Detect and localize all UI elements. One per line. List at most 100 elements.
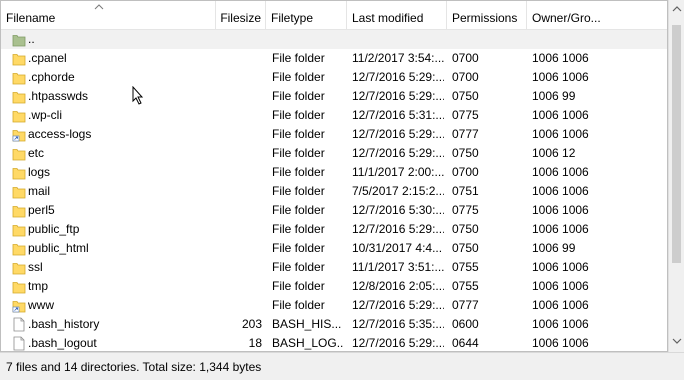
file-permissions: 0750 bbox=[452, 241, 479, 255]
folder-icon bbox=[12, 184, 26, 199]
file-row[interactable]: logs File folder 11/1/2017 2:00:... 0700 100… bbox=[1, 163, 667, 182]
file-row[interactable]: public_html File folder 10/31/2017 4:4... 0… bbox=[1, 239, 667, 258]
file-size: 203 bbox=[241, 317, 262, 331]
file-name: perl5 bbox=[28, 203, 55, 217]
file-owner-group: 1006 99 bbox=[532, 89, 576, 103]
file-permissions: 0700 bbox=[452, 165, 479, 179]
file-last-modified: 11/2/2017 3:54:... bbox=[352, 51, 444, 65]
file-permissions bbox=[452, 30, 524, 49]
file-name: tmp bbox=[28, 279, 49, 293]
file-type: File folder bbox=[272, 165, 325, 179]
file-last-modified: 11/1/2017 3:51:... bbox=[352, 260, 444, 274]
file-row[interactable]: access-logs File folder 12/7/2016 5:29:...… bbox=[1, 125, 667, 144]
folder-icon bbox=[12, 203, 26, 218]
file-size bbox=[216, 144, 262, 163]
column-last-modified[interactable]: Last modified bbox=[347, 1, 447, 29]
file-last-modified: 12/7/2016 5:29:... bbox=[352, 89, 444, 103]
file-type: BASH_LOG... bbox=[272, 336, 344, 350]
column-filename[interactable]: Filename bbox=[1, 1, 216, 29]
folder-icon bbox=[12, 241, 26, 256]
file-owner-group: 1006 1006 bbox=[532, 184, 589, 198]
file-row[interactable]: perl5 File folder 12/7/2016 5:30:... 0775 10… bbox=[1, 201, 667, 220]
file-size bbox=[216, 277, 262, 296]
file-permissions: 0644 bbox=[452, 336, 479, 350]
file-type: File folder bbox=[272, 127, 325, 141]
file-row[interactable]: ssl File folder 11/1/2017 3:51:... 0755 1006… bbox=[1, 258, 667, 277]
column-permissions[interactable]: Permissions bbox=[447, 1, 527, 29]
file-owner-group bbox=[532, 30, 604, 49]
status-text: 7 files and 14 directories. Total size: … bbox=[6, 360, 262, 374]
file-permissions: 0750 bbox=[452, 89, 479, 103]
file-name: .. bbox=[28, 32, 35, 46]
file-name: .bash_logout bbox=[28, 336, 97, 350]
file-name: www bbox=[28, 298, 54, 312]
file-size bbox=[216, 296, 262, 315]
file-name: mail bbox=[28, 184, 51, 198]
file-last-modified: 12/7/2016 5:29:... bbox=[352, 127, 444, 141]
file-permissions: 0755 bbox=[452, 260, 479, 274]
file-owner-group: 1006 1006 bbox=[532, 317, 589, 331]
folder-icon bbox=[12, 108, 26, 123]
file-type: File folder bbox=[272, 51, 325, 65]
file-last-modified: 10/31/2017 4:4... bbox=[352, 241, 443, 255]
file-owner-group: 1006 1006 bbox=[532, 298, 589, 312]
scroll-up-arrow-icon[interactable] bbox=[672, 5, 682, 13]
file-type: File folder bbox=[272, 222, 325, 236]
file-last-modified: 7/5/2017 2:15:2... bbox=[352, 184, 444, 198]
file-row[interactable]: .htpasswds File folder 12/7/2016 5:29:... 0… bbox=[1, 87, 667, 106]
file-permissions: 0777 bbox=[452, 298, 479, 312]
file-row[interactable]: .bash_history 203 BASH_HIS... 12/7/2016 5:3… bbox=[1, 315, 667, 334]
file-row[interactable]: etc File folder 12/7/2016 5:29:... 0750 1006… bbox=[1, 144, 667, 163]
file-type: File folder bbox=[272, 184, 325, 198]
file-row[interactable]: www File folder 12/7/2016 5:29:... 0777 1006… bbox=[1, 296, 667, 315]
mouse-cursor-icon bbox=[132, 86, 144, 105]
file-owner-group: 1006 1006 bbox=[532, 165, 589, 179]
file-name: .htpasswds bbox=[28, 89, 89, 103]
file-owner-group: 1006 1006 bbox=[532, 336, 589, 350]
file-owner-group: 1006 1006 bbox=[532, 51, 589, 65]
file-type: File folder bbox=[272, 203, 325, 217]
file-row[interactable]: mail File folder 7/5/2017 2:15:2... 0751 100… bbox=[1, 182, 667, 201]
file-name: public_html bbox=[28, 241, 89, 255]
file-last-modified: 12/7/2016 5:29:... bbox=[352, 298, 444, 312]
file-row[interactable]: .bash_logout 18 BASH_LOG... 12/7/2016 5:29:… bbox=[1, 334, 667, 351]
file-size: 18 bbox=[248, 336, 262, 350]
remote-file-list: Filename Filesize Filetype Last modified… bbox=[0, 0, 668, 352]
column-filesize[interactable]: Filesize bbox=[216, 1, 266, 29]
file-permissions: 0700 bbox=[452, 70, 479, 84]
file-type: File folder bbox=[272, 279, 325, 293]
file-owner-group: 1006 99 bbox=[532, 241, 576, 255]
file-last-modified: 12/7/2016 5:29:... bbox=[352, 146, 444, 160]
file-last-modified: 12/7/2016 5:35:... bbox=[352, 317, 444, 331]
file-row[interactable]: .. bbox=[1, 30, 667, 49]
folder-icon bbox=[12, 146, 26, 161]
file-name: logs bbox=[28, 165, 51, 179]
folder-link-icon bbox=[12, 298, 26, 313]
file-name: etc bbox=[28, 146, 45, 160]
file-last-modified: 12/7/2016 5:31:... bbox=[352, 108, 444, 122]
file-row[interactable]: .cpanel File folder 11/2/2017 3:54:... 0700… bbox=[1, 49, 667, 68]
vertical-scrollbar[interactable] bbox=[668, 0, 684, 352]
status-bar: 7 files and 14 directories. Total size: … bbox=[0, 352, 684, 380]
file-permissions: 0777 bbox=[452, 127, 479, 141]
file-row[interactable]: .cphorde File folder 12/7/2016 5:29:... 070… bbox=[1, 68, 667, 87]
file-size bbox=[216, 258, 262, 277]
scroll-down-arrow-icon[interactable] bbox=[672, 337, 682, 345]
folder-icon bbox=[12, 89, 26, 104]
file-row[interactable]: public_ftp File folder 12/7/2016 5:29:... 0… bbox=[1, 220, 667, 239]
file-row[interactable]: .wp-cli File folder 12/7/2016 5:31:... 0775… bbox=[1, 106, 667, 125]
file-permissions: 0700 bbox=[452, 51, 479, 65]
file-icon bbox=[12, 336, 26, 351]
file-permissions: 0775 bbox=[452, 203, 479, 217]
file-owner-group: 1006 1006 bbox=[532, 108, 589, 122]
column-filetype[interactable]: Filetype bbox=[266, 1, 347, 29]
file-type: File folder bbox=[272, 89, 325, 103]
file-row[interactable]: tmp File folder 12/8/2016 2:05:... 0755 1006… bbox=[1, 277, 667, 296]
file-type: File folder bbox=[272, 146, 325, 160]
file-owner-group: 1006 1006 bbox=[532, 203, 589, 217]
file-size bbox=[216, 49, 262, 68]
file-name: .bash_history bbox=[28, 317, 100, 331]
folder-icon bbox=[12, 260, 26, 275]
column-owner-group[interactable]: Owner/Gro... bbox=[527, 1, 606, 29]
scrollbar-thumb[interactable] bbox=[672, 25, 681, 263]
